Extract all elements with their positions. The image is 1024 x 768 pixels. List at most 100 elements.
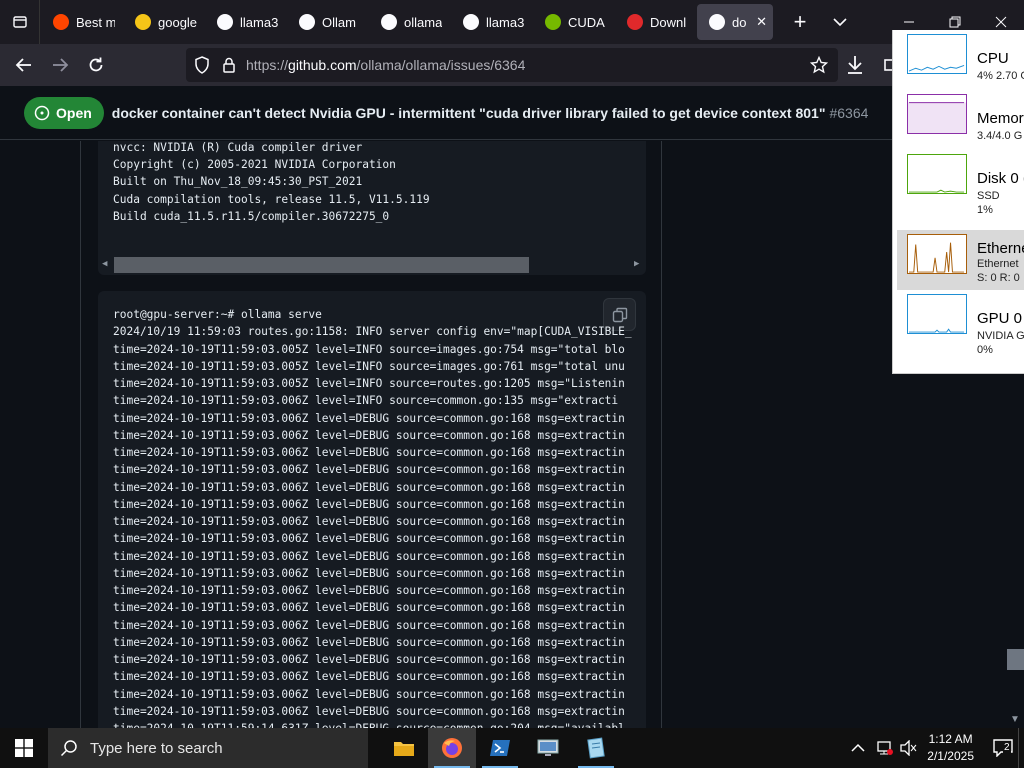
page-scrollbar-thumb[interactable] <box>1007 649 1024 670</box>
network-icon[interactable] <box>875 740 894 756</box>
issue-page-body: ◀ ▶ nvcc: NVIDIA (R) Cuda compiler drive… <box>0 141 1024 728</box>
taskbar-firefox[interactable] <box>428 728 476 768</box>
tab-strip: Best m google llama3 Ollam ollama llama3 CUDA D… <box>40 0 774 44</box>
taskbar-file-explorer[interactable] <box>380 728 428 768</box>
perf-graph <box>907 34 967 74</box>
perf-item-2[interactable]: Disk 0 (SSD 1% <box>897 150 1024 216</box>
volume-muted-icon[interactable] <box>899 740 917 756</box>
issue-status-badge: Open <box>24 96 104 129</box>
ollama-icon <box>217 14 233 30</box>
code-line: nvcc: NVIDIA (R) Cuda compiler driver <box>113 141 363 154</box>
taskbar-search-box[interactable]: Type here to search <box>48 728 368 768</box>
notification-count: 2 <box>1003 742 1011 753</box>
clock-time: 1:12 AM <box>928 732 973 746</box>
scroll-down-icon[interactable]: ▼ <box>1010 714 1020 725</box>
bookmark-star-icon[interactable] <box>810 56 828 74</box>
github-icon <box>709 14 725 30</box>
perf-name: Etherne <box>977 240 1024 257</box>
page-icon <box>299 14 315 30</box>
perf-detail: S: 0 R: 0 <box>977 272 1020 284</box>
reload-icon <box>89 57 103 72</box>
perf-detail: NVIDIA G <box>977 330 1024 342</box>
perf-item-4[interactable]: GPU 0 NVIDIA G 0% <box>897 290 1024 356</box>
log-line: time=2024-10-19T11:59:03.006Z level=DEBU… <box>113 704 625 718</box>
taskbar-notepad[interactable] <box>572 728 620 768</box>
log-line: time=2024-10-19T11:59:03.006Z level=DEBU… <box>113 549 625 563</box>
chevron-up-icon[interactable] <box>851 743 865 753</box>
tab-bar: Best m google llama3 Ollam ollama llama3 CUDA D… <box>0 0 1024 44</box>
log-line: time=2024-10-19T11:59:03.006Z level=DEBU… <box>113 653 625 666</box>
close-tab-icon[interactable]: ✕ <box>756 14 767 30</box>
search-icon <box>60 740 77 757</box>
tab-label: llama3 <box>486 14 525 30</box>
clock-date: 2/1/2025 <box>927 749 974 763</box>
ollama-icon <box>463 14 479 30</box>
tab-label: llama3 <box>240 14 279 30</box>
address-bar[interactable]: https://github.com/ollama/ollama/issues/… <box>186 48 838 82</box>
show-desktop-button[interactable] <box>1018 728 1024 768</box>
log-line: time=2024-10-19T11:59:03.005Z level=INFO… <box>113 359 625 373</box>
restore-icon <box>949 16 961 28</box>
perf-name: Memory <box>977 110 1024 127</box>
perf-detail: 0% <box>977 344 993 356</box>
lock-icon[interactable] <box>222 57 236 73</box>
navigation-bar: https://github.com/ollama/ollama/issues/… <box>0 44 1024 86</box>
issue-status-label: Open <box>56 104 92 121</box>
scrollbar-thumb[interactable] <box>114 257 529 273</box>
perf-item-3[interactable]: EtherneEthernet S: 0 R: 0 <box>897 230 1024 290</box>
notification-center-button[interactable]: 2 <box>988 728 1018 768</box>
download-icon[interactable] <box>846 55 864 75</box>
perf-name: Disk 0 ( <box>977 170 1024 187</box>
back-button[interactable] <box>6 47 42 83</box>
github-icon <box>381 14 397 30</box>
log-line: time=2024-10-19T11:59:03.005Z level=INFO… <box>113 377 625 390</box>
log-line: time=2024-10-19T11:59:03.006Z level=DEBU… <box>113 618 625 632</box>
tab-3[interactable]: Ollam <box>287 4 367 40</box>
reddit-icon <box>53 14 69 30</box>
perf-item-0[interactable]: CPU 4% 2.70 G <box>897 30 1024 90</box>
tab-8[interactable]: dock ✕ <box>697 4 773 40</box>
log-line: time=2024-10-19T11:59:03.006Z level=INFO… <box>113 394 619 408</box>
tab-list-button[interactable] <box>0 0 40 44</box>
tab-5[interactable]: llama3 <box>451 4 531 40</box>
scroll-left-icon[interactable]: ◀ <box>102 259 107 269</box>
log-line: time=2024-10-19T11:59:03.006Z level=DEBU… <box>113 670 625 684</box>
tab-2[interactable]: llama3 <box>205 4 285 40</box>
log-line: time=2024-10-19T11:59:03.006Z level=DEBU… <box>113 480 625 494</box>
log-line: time=2024-10-19T11:59:03.006Z level=DEBU… <box>113 446 625 459</box>
perf-item-1[interactable]: Memory 3.4/4.0 G <box>897 90 1024 150</box>
tab-7[interactable]: Downl <box>615 4 695 40</box>
shield-icon[interactable] <box>194 56 210 74</box>
search-placeholder: Type here to search <box>90 739 223 757</box>
perf-detail: Ethernet <box>977 258 1019 270</box>
tab-0[interactable]: Best m <box>41 4 121 40</box>
log-line: time=2024-10-19T11:59:03.006Z level=DEBU… <box>113 566 625 580</box>
code-line: Cuda compilation tools, release 11.5, V1… <box>113 192 430 206</box>
forward-button[interactable] <box>42 47 78 83</box>
tab-label: Ollam <box>322 14 356 30</box>
chevron-down-icon <box>833 18 847 27</box>
url-text: https://github.com/ollama/ollama/issues/… <box>246 57 526 73</box>
taskbar-clock[interactable]: 1:12 AM 2/1/2025 <box>927 731 974 765</box>
reload-button[interactable] <box>78 47 114 83</box>
new-tab-button[interactable]: + <box>784 6 816 38</box>
taskbar-remote-desktop[interactable] <box>524 728 572 768</box>
perf-graph <box>907 94 967 134</box>
code-block-nvcc: ◀ ▶ nvcc: NVIDIA (R) Cuda compiler drive… <box>98 141 646 275</box>
tab-label: Best m <box>76 14 115 30</box>
scroll-right-icon[interactable]: ▶ <box>634 259 639 269</box>
tab-4[interactable]: ollama <box>369 4 449 40</box>
log-line: 2024/10/19 11:59:03 routes.go:1158: INFO… <box>113 325 632 339</box>
tab-6[interactable]: CUDA <box>533 4 613 40</box>
code-horizontal-scrollbar[interactable]: ◀ ▶ <box>98 255 646 275</box>
issue-number: #6364 <box>829 104 869 121</box>
issue-title: docker container can't detect Nvidia GPU… <box>111 104 869 121</box>
start-button[interactable] <box>0 728 48 768</box>
tab-1[interactable]: google <box>123 4 203 40</box>
taskbar-powershell[interactable] <box>476 728 524 768</box>
system-tray: 1:12 AM 2/1/2025 2 <box>851 728 1024 768</box>
perf-detail: 4% 2.70 G <box>977 70 1024 82</box>
list-all-tabs-button[interactable] <box>824 6 856 38</box>
folder-icon <box>394 742 414 756</box>
nvidia-icon <box>545 14 561 30</box>
